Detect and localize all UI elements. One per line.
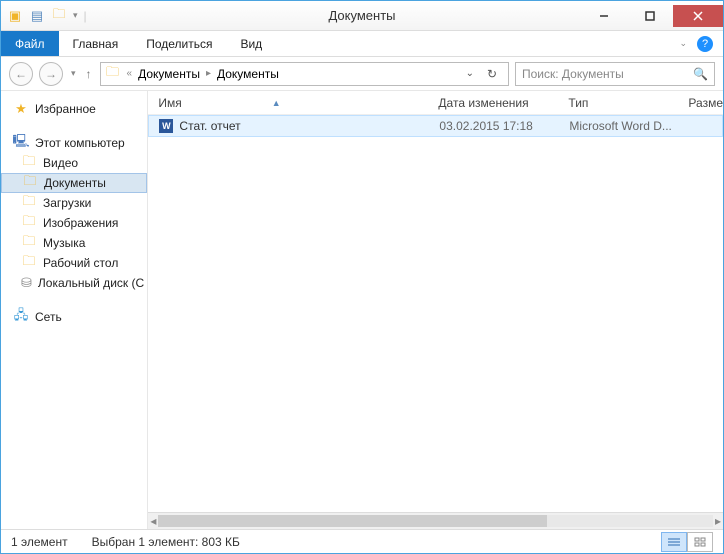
- refresh-button[interactable]: ↻: [480, 67, 504, 81]
- column-size[interactable]: Разме: [688, 96, 723, 110]
- app-icon: ▣: [7, 8, 23, 24]
- tab-file[interactable]: Файл: [1, 31, 59, 56]
- maximize-button[interactable]: [627, 5, 673, 27]
- breadcrumb-item[interactable]: Документы: [217, 67, 279, 81]
- file-row[interactable]: W Стат. отчет 03.02.2015 17:18 Microsoft …: [148, 115, 723, 137]
- file-date: 03.02.2015 17:18: [439, 119, 569, 133]
- folder-icon: 🗀: [21, 155, 37, 171]
- nav-desktop[interactable]: 🗀Рабочий стол: [1, 253, 147, 273]
- tab-home[interactable]: Главная: [59, 31, 133, 56]
- tab-view[interactable]: Вид: [226, 31, 276, 56]
- view-details-button[interactable]: [661, 532, 687, 552]
- search-icon: 🔍: [693, 67, 708, 81]
- word-doc-icon: W: [159, 119, 173, 133]
- nav-documents[interactable]: 🗀Документы: [1, 173, 147, 193]
- close-button[interactable]: [673, 5, 723, 27]
- quick-access-toolbar: ▣ ▤ 🗀 ▾ |: [1, 8, 93, 24]
- horizontal-scrollbar[interactable]: ◂ ▸: [148, 512, 723, 529]
- search-placeholder: Поиск: Документы: [522, 67, 693, 81]
- history-dropdown-icon[interactable]: ▾: [69, 68, 78, 79]
- tab-share[interactable]: Поделиться: [132, 31, 226, 56]
- scroll-left-icon[interactable]: ◂: [150, 514, 156, 528]
- back-button[interactable]: ←: [9, 62, 33, 86]
- nav-pictures[interactable]: 🗀Изображения: [1, 213, 147, 233]
- file-list-pane: Имя▲ Дата изменения Тип Разме W Стат. отч…: [148, 91, 723, 529]
- nav-videos[interactable]: 🗀Видео: [1, 153, 147, 173]
- folder-icon: 🗀: [21, 195, 37, 211]
- minimize-button[interactable]: [581, 5, 627, 27]
- qat-properties-icon[interactable]: ▤: [29, 8, 45, 24]
- nav-network[interactable]: 🖧Сеть: [1, 307, 147, 327]
- chevron-right-icon: ▸: [206, 68, 211, 79]
- nav-local-disk[interactable]: ⛁Локальный диск (C: [1, 273, 147, 293]
- status-item-count: 1 элемент: [11, 535, 68, 549]
- breadcrumb-dropdown-icon[interactable]: ⌄: [466, 68, 474, 79]
- content-area: ★Избранное 🖳Этот компьютер 🗀Видео 🗀Докум…: [1, 91, 723, 529]
- qat-newfolder-icon[interactable]: 🗀: [51, 8, 67, 24]
- title-bar: ▣ ▤ 🗀 ▾ | Документы: [1, 1, 723, 31]
- folder-icon: 🗀: [21, 235, 37, 251]
- computer-icon: 🖳: [13, 135, 29, 151]
- nav-computer[interactable]: 🖳Этот компьютер: [1, 133, 147, 153]
- ribbon-expand-icon[interactable]: ⌄: [679, 38, 687, 49]
- folder-icon: 🗀: [21, 215, 37, 231]
- qat-dropdown-icon[interactable]: ▾: [73, 10, 78, 21]
- network-icon: 🖧: [13, 309, 29, 325]
- search-input[interactable]: Поиск: Документы 🔍: [515, 62, 715, 86]
- folder-icon: 🗀: [105, 66, 121, 82]
- star-icon: ★: [13, 101, 29, 117]
- nav-downloads[interactable]: 🗀Загрузки: [1, 193, 147, 213]
- folder-icon: 🗀: [21, 255, 37, 271]
- help-icon[interactable]: ?: [697, 36, 713, 52]
- scroll-right-icon[interactable]: ▸: [715, 514, 721, 528]
- status-bar: 1 элемент Выбран 1 элемент: 803 КБ: [1, 529, 723, 553]
- forward-button[interactable]: →: [39, 62, 63, 86]
- scrollbar-thumb[interactable]: [158, 515, 546, 527]
- column-name[interactable]: Имя▲: [158, 96, 438, 110]
- address-bar: ← → ▾ ↑ 🗀 « Документы ▸ Документы ⌄ ↻ По…: [1, 57, 723, 91]
- status-selection: Выбран 1 элемент: 803 КБ: [92, 535, 240, 549]
- navigation-pane: ★Избранное 🖳Этот компьютер 🗀Видео 🗀Докум…: [1, 91, 148, 529]
- up-button[interactable]: ↑: [84, 67, 94, 81]
- disk-icon: ⛁: [21, 275, 32, 291]
- sort-asc-icon: ▲: [272, 98, 281, 108]
- nav-favorites[interactable]: ★Избранное: [1, 99, 147, 119]
- window-controls: [581, 5, 723, 27]
- column-headers: Имя▲ Дата изменения Тип Разме: [148, 91, 723, 115]
- file-name: Стат. отчет: [179, 119, 240, 133]
- breadcrumb[interactable]: 🗀 « Документы ▸ Документы ⌄ ↻: [100, 62, 509, 86]
- view-icons-button[interactable]: [687, 532, 713, 552]
- breadcrumb-item[interactable]: Документы: [138, 67, 200, 81]
- column-type[interactable]: Тип: [568, 96, 688, 110]
- ribbon: Файл Главная Поделиться Вид ⌄ ?: [1, 31, 723, 57]
- column-date[interactable]: Дата изменения: [438, 96, 568, 110]
- chevron-icon: «: [127, 68, 133, 79]
- folder-icon: 🗀: [22, 175, 38, 191]
- file-type: Microsoft Word D...: [569, 119, 689, 133]
- nav-music[interactable]: 🗀Музыка: [1, 233, 147, 253]
